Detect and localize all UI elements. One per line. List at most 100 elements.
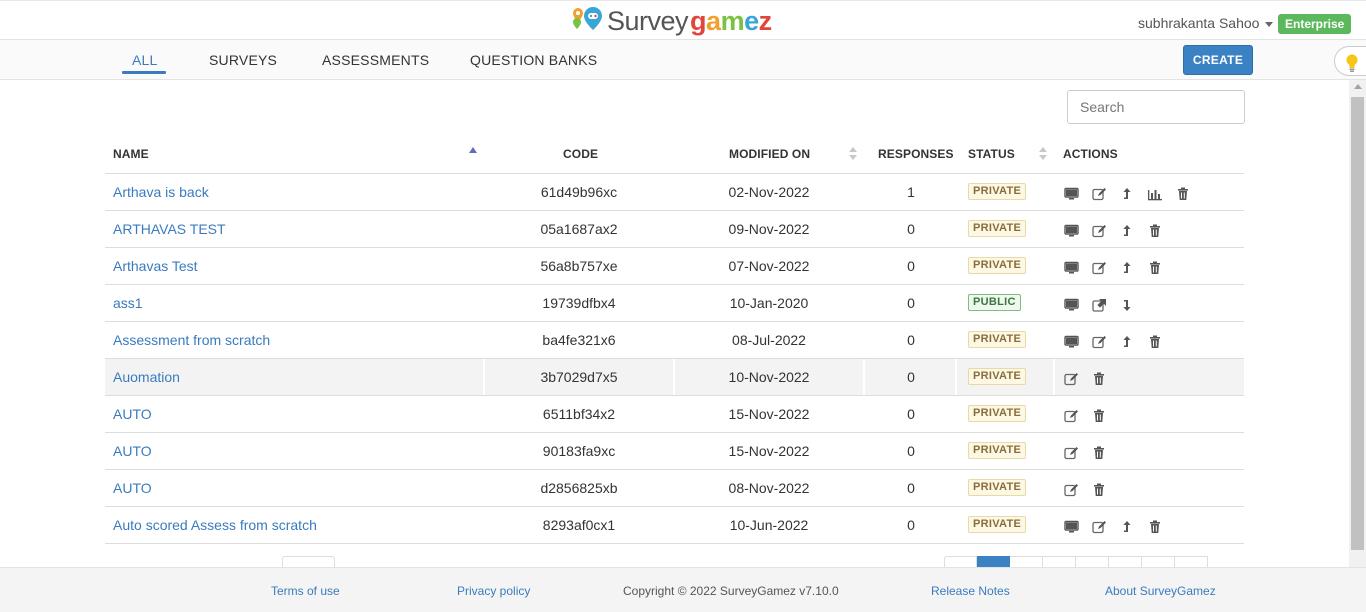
- header-name[interactable]: NAME: [113, 147, 149, 161]
- delete-icon[interactable]: [1091, 482, 1107, 498]
- row-name-link[interactable]: AUTO: [113, 406, 152, 422]
- publish-icon[interactable]: [1119, 186, 1135, 202]
- edit-icon[interactable]: [1063, 371, 1079, 387]
- edit-icon[interactable]: [1091, 260, 1107, 276]
- table-row[interactable]: Assessment from scratch ba4fe321x6 08-Jul-…: [105, 322, 1244, 359]
- search-input[interactable]: [1067, 90, 1245, 124]
- active-tab-indicator: [122, 71, 166, 74]
- row-name-link[interactable]: Arthavas Test: [113, 258, 198, 274]
- delete-icon[interactable]: [1147, 334, 1163, 350]
- row-modified-date: 09-Nov-2022: [728, 221, 810, 237]
- row-modified-date: 10-Jun-2022: [729, 517, 809, 533]
- unpublish-icon[interactable]: [1119, 297, 1135, 313]
- create-button[interactable]: CREATE: [1183, 45, 1253, 75]
- row-actions: [1063, 297, 1147, 313]
- row-name-link[interactable]: AUTO: [113, 443, 152, 459]
- scrollbar-thumb[interactable]: [1351, 97, 1364, 550]
- table-row[interactable]: Auomation 3b7029d7x5 10-Nov-2022 0 PRIVATE: [105, 359, 1244, 396]
- vertical-scrollbar[interactable]: [1349, 80, 1366, 567]
- desktop-icon[interactable]: [1063, 297, 1079, 313]
- terms-link[interactable]: Terms of use: [271, 584, 340, 598]
- plan-badge: Enterprise: [1278, 14, 1352, 34]
- delete-icon[interactable]: [1091, 408, 1107, 424]
- desktop-icon[interactable]: [1063, 519, 1079, 535]
- desktop-icon[interactable]: [1063, 186, 1079, 202]
- row-modified-date: 10-Nov-2022: [728, 369, 810, 385]
- row-code: ba4fe321x6: [542, 332, 616, 348]
- publish-icon[interactable]: [1119, 519, 1135, 535]
- surveygamez-logo[interactable]: Survey gamez: [571, 4, 772, 38]
- header-actions: ACTIONS: [1063, 147, 1118, 161]
- table-row[interactable]: ARTHAVAS TEST 05a1687ax2 09-Nov-2022 0 PRIVA…: [105, 211, 1244, 248]
- tab-question-banks[interactable]: QUESTION BANKS: [470, 52, 597, 68]
- external-link-icon[interactable]: [1091, 297, 1107, 313]
- delete-icon[interactable]: [1147, 223, 1163, 239]
- row-name-link[interactable]: Auto scored Assess from scratch: [113, 517, 317, 533]
- table-row[interactable]: Arthava is back 61d49b96xc 02-Nov-2022 1 PRI…: [105, 174, 1244, 211]
- row-responses: 0: [907, 517, 915, 533]
- table-row[interactable]: AUTO 90183fa9xc 15-Nov-2022 0 PRIVATE: [105, 433, 1244, 470]
- sort-icon[interactable]: [849, 147, 857, 163]
- row-name-link[interactable]: AUTO: [113, 480, 152, 496]
- row-modified-date: 08-Nov-2022: [728, 480, 810, 496]
- column-divider: [1053, 211, 1055, 247]
- release-notes-link[interactable]: Release Notes: [931, 584, 1010, 598]
- delete-icon[interactable]: [1147, 260, 1163, 276]
- desktop-icon[interactable]: [1063, 223, 1079, 239]
- row-responses: 0: [907, 221, 915, 237]
- status-badge: PRIVATE: [968, 405, 1027, 422]
- table-row[interactable]: Auto scored Assess from scratch 8293af0cx…: [105, 507, 1244, 544]
- logo-text-survey: Survey: [607, 5, 689, 36]
- sort-icon[interactable]: [1039, 147, 1047, 163]
- edit-icon[interactable]: [1091, 223, 1107, 239]
- row-code: 56a8b757xe: [540, 258, 618, 274]
- user-menu[interactable]: subhrakanta Sahoo: [1138, 15, 1274, 31]
- table-row[interactable]: Arthavas Test 56a8b757xe 07-Nov-2022 0 PRIVA…: [105, 248, 1244, 285]
- row-name-link[interactable]: Arthava is back: [113, 184, 209, 200]
- edit-icon[interactable]: [1091, 334, 1107, 350]
- top-header: Survey gamez subhrakanta Sahoo Enterpris…: [0, 0, 1366, 40]
- tab-all[interactable]: ALL: [132, 52, 158, 68]
- header-status[interactable]: STATUS: [968, 147, 1015, 161]
- row-actions: [1063, 482, 1119, 498]
- tab-assessments[interactable]: ASSESSMENTS: [322, 52, 429, 68]
- tips-button[interactable]: [1334, 46, 1366, 76]
- edit-icon[interactable]: [1063, 445, 1079, 461]
- report-icon[interactable]: [1147, 186, 1163, 202]
- row-modified-date: 07-Nov-2022: [728, 258, 810, 274]
- header-modified-on[interactable]: MODIFIED ON: [729, 147, 810, 161]
- row-code: 6511bf34x2: [542, 406, 616, 422]
- table-row[interactable]: AUTO d2856825xb 08-Nov-2022 0 PRIVATE: [105, 470, 1244, 507]
- scroll-up-arrow-icon[interactable]: [1354, 84, 1362, 89]
- row-responses: 0: [907, 443, 915, 459]
- delete-icon[interactable]: [1091, 371, 1107, 387]
- tab-surveys[interactable]: SURVEYS: [209, 52, 277, 68]
- table-row[interactable]: AUTO 6511bf34x2 15-Nov-2022 0 PRIVATE: [105, 396, 1244, 433]
- about-link[interactable]: About SurveyGamez: [1105, 584, 1216, 598]
- delete-icon[interactable]: [1175, 186, 1191, 202]
- edit-icon[interactable]: [1063, 408, 1079, 424]
- row-name-link[interactable]: Assessment from scratch: [113, 332, 270, 348]
- row-code: 05a1687ax2: [540, 221, 618, 237]
- table-row[interactable]: ass1 19739dfbx4 10-Jan-2020 0 PUBLIC: [105, 285, 1244, 322]
- copyright-text: Copyright © 2022 SurveyGamez v7.10.0: [623, 584, 839, 598]
- row-actions: [1063, 223, 1175, 239]
- row-name-link[interactable]: Auomation: [113, 369, 180, 385]
- publish-icon[interactable]: [1119, 223, 1135, 239]
- row-name-link[interactable]: ass1: [113, 295, 143, 311]
- publish-icon[interactable]: [1119, 334, 1135, 350]
- desktop-icon[interactable]: [1063, 334, 1079, 350]
- column-divider: [1053, 248, 1055, 284]
- sort-ascending-icon[interactable]: [469, 147, 477, 153]
- status-badge: PRIVATE: [968, 516, 1027, 533]
- delete-icon[interactable]: [1091, 445, 1107, 461]
- desktop-icon[interactable]: [1063, 260, 1079, 276]
- row-name-link[interactable]: ARTHAVAS TEST: [113, 221, 226, 237]
- edit-icon[interactable]: [1091, 186, 1107, 202]
- edit-icon[interactable]: [1063, 482, 1079, 498]
- edit-icon[interactable]: [1091, 519, 1107, 535]
- publish-icon[interactable]: [1119, 260, 1135, 276]
- delete-icon[interactable]: [1147, 519, 1163, 535]
- chevron-down-icon: [1265, 21, 1274, 27]
- privacy-link[interactable]: Privacy policy: [457, 584, 530, 598]
